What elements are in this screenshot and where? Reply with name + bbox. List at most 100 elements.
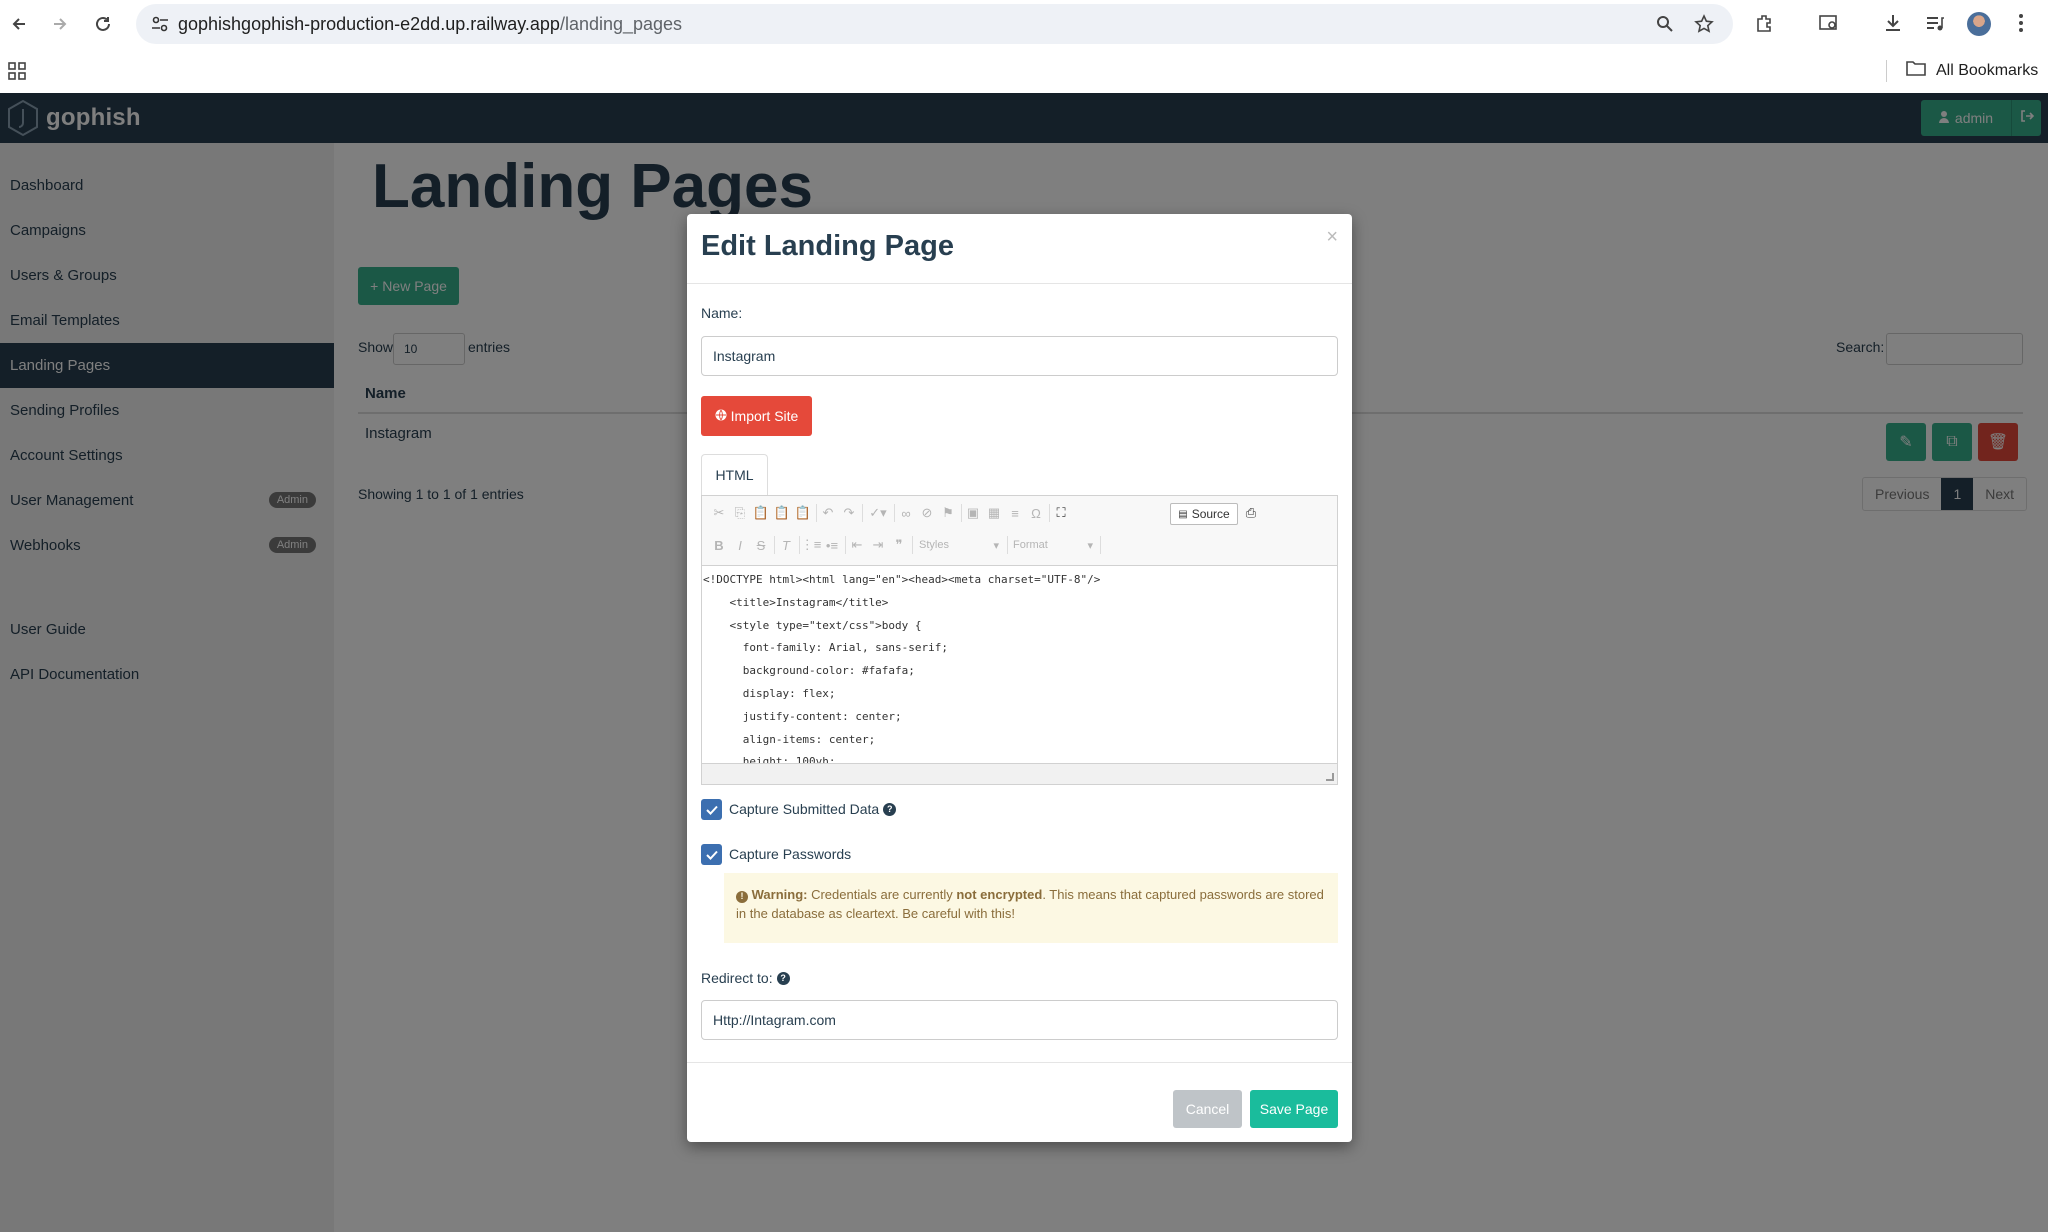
kebab-menu-icon[interactable] xyxy=(2008,10,2034,36)
warning-text: Credentials are currently xyxy=(811,887,953,902)
code-line: align-items: center; xyxy=(703,732,876,746)
editor-toolbar: ✂ ⎘ 📋 📋 📋 ↶ ↷ ✓▾ ∞ ⊘ ⚑ ▣ ▦ ≡ Ω ⛶ ▤ Sourc… xyxy=(702,496,1337,566)
cancel-button[interactable]: Cancel xyxy=(1173,1090,1242,1128)
image-icon[interactable]: ▣ xyxy=(964,504,982,522)
toolbar-separator xyxy=(1049,504,1050,522)
indent-icon[interactable]: ⇥ xyxy=(869,536,887,554)
bold-icon[interactable]: B xyxy=(710,536,728,554)
styles-label: Styles xyxy=(919,539,949,551)
toolbar-separator xyxy=(845,536,846,554)
site-info-icon[interactable] xyxy=(150,14,170,34)
remove-format-icon[interactable]: T xyxy=(777,536,795,554)
toolbar-separator xyxy=(894,504,895,522)
forward-icon[interactable] xyxy=(46,10,74,38)
format-dropdown[interactable]: Format ▾ xyxy=(1013,536,1093,554)
modal-title: Edit Landing Page xyxy=(701,230,954,262)
source-label: Source xyxy=(1191,507,1230,521)
paste-text-icon[interactable]: 📋 xyxy=(773,504,791,522)
capture-passwords-checkbox[interactable] xyxy=(701,844,722,865)
apps-grid-icon[interactable] xyxy=(8,62,26,80)
source-code-area[interactable]: <!DOCTYPE html><html lang="en"><head><me… xyxy=(702,567,1337,763)
blockquote-icon[interactable]: ❞ xyxy=(890,536,908,554)
credentials-warning: ! Warning: Credentials are currently not… xyxy=(724,873,1338,943)
name-input[interactable]: Instagram xyxy=(701,336,1338,376)
tab-html[interactable]: HTML xyxy=(701,454,768,496)
strike-icon[interactable]: S xyxy=(752,536,770,554)
html-editor: ✂ ⎘ 📋 📋 📋 ↶ ↷ ✓▾ ∞ ⊘ ⚑ ▣ ▦ ≡ Ω ⛶ ▤ Sourc… xyxy=(701,495,1338,785)
table-icon[interactable]: ▦ xyxy=(985,504,1003,522)
resize-handle[interactable] xyxy=(1326,773,1334,781)
extensions-icon[interactable] xyxy=(1751,10,1777,36)
cut-icon[interactable]: ✂ xyxy=(710,504,728,522)
italic-icon[interactable]: I xyxy=(731,536,749,554)
edit-landing-page-modal: Edit Landing Page × Name: Instagram Impo… xyxy=(687,214,1352,1142)
url-text: gophishgophish-production-e2dd.up.railwa… xyxy=(178,14,683,34)
profile-avatar[interactable] xyxy=(1967,12,1991,36)
name-label: Name: xyxy=(701,305,743,321)
editor-footer xyxy=(702,763,1337,784)
link-icon[interactable]: ∞ xyxy=(897,504,915,522)
toolbar-separator xyxy=(774,536,775,554)
source-button[interactable]: ▤ Source xyxy=(1170,503,1238,525)
gophish-app: gophish admin Dashboard Campaigns Users … xyxy=(0,93,2048,1232)
paste-icon[interactable]: 📋 xyxy=(752,504,770,522)
all-bookmarks-button[interactable]: All Bookmarks xyxy=(1906,60,2038,81)
code-line: <style type="text/css">body { xyxy=(703,618,922,632)
unlink-icon[interactable]: ⊘ xyxy=(918,504,936,522)
undo-icon[interactable]: ↶ xyxy=(819,504,837,522)
bookmarks-divider xyxy=(1886,60,1887,82)
redirect-label-text: Redirect to: xyxy=(701,970,773,986)
capture-passwords-label[interactable]: Capture Passwords xyxy=(729,846,851,862)
copy-icon[interactable]: ⎘ xyxy=(731,504,749,522)
paste-word-icon[interactable]: 📋 xyxy=(794,504,812,522)
special-char-icon[interactable]: Ω xyxy=(1027,504,1045,522)
toolbar-separator xyxy=(816,504,817,522)
anchor-icon[interactable]: ⚑ xyxy=(939,504,957,522)
tab-search-icon[interactable] xyxy=(1816,10,1842,36)
import-site-button[interactable]: Import Site xyxy=(701,396,812,436)
all-bookmarks-label: All Bookmarks xyxy=(1936,61,2039,79)
media-icon[interactable] xyxy=(1922,10,1948,36)
bookmarks-bar: All Bookmarks xyxy=(0,48,2048,94)
code-line: <!DOCTYPE html><html lang="en"><head><me… xyxy=(703,573,1101,586)
download-icon[interactable] xyxy=(1880,10,1906,36)
maximize-icon[interactable]: ⛶ xyxy=(1052,504,1070,522)
question-circle-icon[interactable]: ? xyxy=(776,971,790,985)
save-page-button[interactable]: Save Page xyxy=(1250,1090,1338,1128)
code-line: font-family: Arial, sans-serif; xyxy=(703,641,949,655)
capture-data-checkbox[interactable] xyxy=(701,799,722,820)
folder-icon xyxy=(1906,60,1926,81)
reload-icon[interactable] xyxy=(89,10,117,38)
bulleted-list-icon[interactable]: •≡ xyxy=(823,536,841,554)
redirect-label: Redirect to: ? xyxy=(701,970,790,986)
close-icon[interactable]: × xyxy=(1326,226,1338,249)
preview-icon[interactable]: ⎙ xyxy=(1242,504,1260,522)
code-line: height: 100vh; xyxy=(703,755,836,763)
code-line: background-color: #fafafa; xyxy=(703,664,915,678)
format-label: Format xyxy=(1013,539,1048,551)
code-line: display: flex; xyxy=(703,686,836,700)
horizontal-line-icon[interactable]: ≡ xyxy=(1006,504,1024,522)
back-icon[interactable] xyxy=(5,10,33,38)
zoom-icon[interactable] xyxy=(1654,13,1676,35)
capture-data-label[interactable]: Capture Submitted Data ? xyxy=(729,801,897,817)
modal-footer-divider xyxy=(687,1062,1352,1063)
toolbar-separator xyxy=(1100,536,1101,554)
numbered-list-icon[interactable]: ⋮≡ xyxy=(801,536,822,554)
question-circle-icon[interactable]: ? xyxy=(883,802,897,816)
chevron-down-icon: ▾ xyxy=(993,539,999,552)
globe-icon xyxy=(715,408,727,424)
toolbar-separator xyxy=(1007,536,1008,554)
address-bar[interactable]: gophishgophish-production-e2dd.up.railwa… xyxy=(136,4,1733,44)
outdent-icon[interactable]: ⇤ xyxy=(848,536,866,554)
exclamation-circle-icon: ! xyxy=(736,890,748,903)
star-icon[interactable] xyxy=(1693,13,1715,35)
redo-icon[interactable]: ↷ xyxy=(840,504,858,522)
toolbar-separator xyxy=(862,504,863,522)
styles-dropdown[interactable]: Styles ▾ xyxy=(919,536,999,554)
redirect-input[interactable]: Http://Intagram.com xyxy=(701,1000,1338,1040)
chevron-down-icon: ▾ xyxy=(1087,539,1093,552)
code-line: <title>Instagram</title> xyxy=(703,595,889,609)
spellcheck-icon[interactable]: ✓▾ xyxy=(865,504,891,522)
checkmark-icon xyxy=(705,850,718,860)
